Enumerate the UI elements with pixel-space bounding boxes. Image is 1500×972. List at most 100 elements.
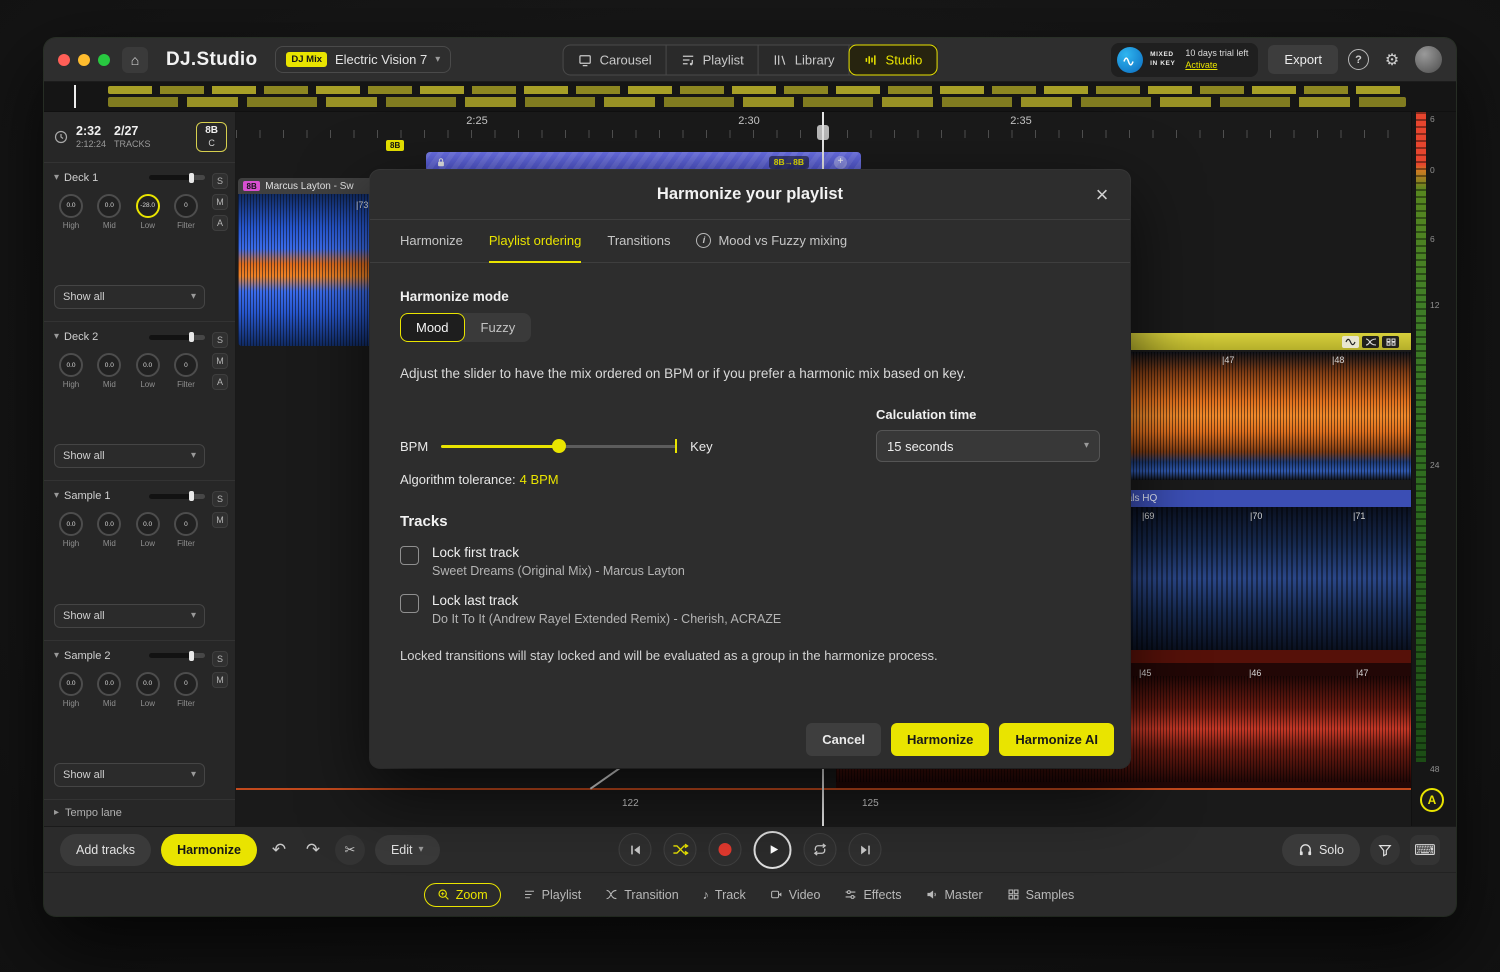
solo-button[interactable]: S	[212, 651, 228, 667]
knob-low[interactable]: 0.0Low	[131, 512, 165, 548]
autopilot-badge[interactable]: A	[1420, 788, 1444, 812]
tab-effects[interactable]: Effects	[842, 884, 903, 906]
mute-button[interactable]: M	[212, 512, 228, 528]
solo-button-master[interactable]: Solo	[1282, 834, 1360, 866]
tab-zoom[interactable]: Zoom	[424, 883, 501, 907]
knob-mid[interactable]: 0.0Mid	[92, 353, 126, 389]
knob-filter[interactable]: 0Filter	[169, 672, 203, 708]
tab-samples[interactable]: Samples	[1005, 884, 1077, 906]
mixed-in-key-badge[interactable]: MIXED IN KEY 10 days trial left Activate	[1111, 43, 1258, 77]
show-all-dropdown[interactable]: Show all ▾	[54, 763, 205, 787]
play-button[interactable]	[754, 831, 792, 869]
cue-marker[interactable]: 8B	[386, 140, 404, 151]
tab-video[interactable]: Video	[768, 884, 823, 906]
edit-dropdown[interactable]: Edit ▾	[375, 835, 440, 865]
chevron-down-icon[interactable]: ▾	[54, 491, 59, 501]
tab-track[interactable]: ♪ Track	[701, 884, 748, 906]
skip-forward-button[interactable]	[849, 833, 882, 866]
keyboard-icon[interactable]: ⌨	[1410, 835, 1440, 865]
chevron-down-icon[interactable]: ▾	[54, 173, 59, 183]
lock-first-track-checkbox[interactable]	[400, 546, 419, 565]
knob-low[interactable]: 0.0Low	[131, 353, 165, 389]
knob-high[interactable]: 0.0High	[54, 512, 88, 548]
transition-bar[interactable]: 8B→8B +	[426, 152, 861, 172]
knob-low[interactable]: -28.0Low	[131, 194, 165, 230]
harmonize-ai-button[interactable]: Harmonize AI	[999, 723, 1114, 756]
mute-button[interactable]: M	[212, 672, 228, 688]
window-zoom-button[interactable]	[98, 54, 110, 66]
knob-filter[interactable]: 0Filter	[169, 194, 203, 230]
waveform-mini-icon[interactable]	[1342, 336, 1359, 348]
project-dropdown[interactable]: DJ Mix Electric Vision 7 ▾	[275, 46, 451, 73]
add-tracks-button[interactable]: Add tracks	[60, 834, 151, 866]
nav-studio[interactable]: Studio	[850, 45, 937, 74]
knob-mid[interactable]: 0.0Mid	[92, 672, 126, 708]
home-button[interactable]: ⌂	[122, 47, 148, 73]
cancel-button[interactable]: Cancel	[806, 723, 881, 756]
tab-transition[interactable]: Transition	[603, 884, 680, 906]
gear-icon[interactable]: ⚙	[1379, 47, 1405, 73]
help-icon[interactable]: ?	[1348, 49, 1369, 70]
auto-transition-button[interactable]	[664, 833, 697, 866]
window-close-button[interactable]	[58, 54, 70, 66]
calculation-time-select[interactable]: 15 seconds ▾	[876, 430, 1100, 462]
export-button[interactable]: Export	[1268, 45, 1338, 74]
add-transition-icon[interactable]: +	[834, 156, 847, 169]
chevron-down-icon[interactable]: ▾	[54, 332, 59, 342]
nav-carousel[interactable]: Carousel	[564, 45, 667, 74]
tab-playlist-ordering[interactable]: Playlist ordering	[489, 220, 582, 263]
crossfade-mini-icon[interactable]	[1362, 336, 1379, 348]
grid-mini-icon[interactable]	[1382, 336, 1399, 348]
knob-filter[interactable]: 0Filter	[169, 512, 203, 548]
mode-fuzzy-button[interactable]: Fuzzy	[465, 313, 532, 342]
knob-high[interactable]: 0.0High	[54, 194, 88, 230]
activate-link[interactable]: Activate	[1185, 60, 1248, 72]
bpm-key-slider[interactable]	[441, 438, 677, 454]
knob-low[interactable]: 0.0Low	[131, 672, 165, 708]
scissors-icon[interactable]: ✂	[335, 835, 365, 865]
knob-mid[interactable]: 0.0Mid	[92, 194, 126, 230]
overview-playhead[interactable]	[74, 85, 76, 108]
redo-icon[interactable]: ↷	[301, 837, 325, 863]
window-minimize-button[interactable]	[78, 54, 90, 66]
deck-volume-slider[interactable]	[149, 494, 205, 499]
tab-harmonize[interactable]: Harmonize	[400, 220, 463, 263]
tab-master[interactable]: Master	[923, 884, 984, 906]
deck-volume-slider[interactable]	[149, 335, 205, 340]
nav-playlist[interactable]: Playlist	[667, 45, 759, 74]
harmonize-toolbar-button[interactable]: Harmonize	[161, 834, 257, 866]
deck-volume-slider[interactable]	[149, 175, 205, 180]
mute-button[interactable]: M	[212, 194, 228, 210]
solo-button[interactable]: S	[212, 491, 228, 507]
tab-playlist[interactable]: Playlist	[521, 884, 584, 906]
auto-button[interactable]: A	[212, 374, 228, 390]
user-avatar[interactable]	[1415, 46, 1442, 73]
funnel-icon[interactable]	[1370, 835, 1400, 865]
chevron-down-icon[interactable]: ▾	[54, 651, 59, 661]
lock-last-track-checkbox[interactable]	[400, 594, 419, 613]
show-all-dropdown[interactable]: Show all ▾	[54, 604, 205, 628]
record-button[interactable]	[709, 833, 742, 866]
tempo-lane-toggle[interactable]: ▸ Tempo lane	[44, 799, 235, 826]
close-icon[interactable]: ×	[1088, 181, 1116, 209]
mix-overview-strip[interactable]	[44, 82, 1456, 112]
mode-mood-button[interactable]: Mood	[400, 313, 465, 342]
knob-filter[interactable]: 0Filter	[169, 353, 203, 389]
knob-high[interactable]: 0.0High	[54, 672, 88, 708]
show-all-dropdown[interactable]: Show all ▾	[54, 285, 205, 309]
knob-high[interactable]: 0.0High	[54, 353, 88, 389]
undo-icon[interactable]: ↶	[267, 837, 291, 863]
tab-mood-vs-fuzzy[interactable]: i Mood vs Fuzzy mixing	[696, 220, 847, 263]
knob-mid[interactable]: 0.0Mid	[92, 512, 126, 548]
slider-handle[interactable]	[552, 439, 566, 453]
tab-transitions[interactable]: Transitions	[607, 220, 670, 263]
skip-back-button[interactable]	[619, 833, 652, 866]
show-all-dropdown[interactable]: Show all ▾	[54, 444, 205, 468]
solo-button[interactable]: S	[212, 173, 228, 189]
loop-button[interactable]	[804, 833, 837, 866]
mute-button[interactable]: M	[212, 353, 228, 369]
auto-button[interactable]: A	[212, 215, 228, 231]
deck-volume-slider[interactable]	[149, 653, 205, 658]
nav-library[interactable]: Library	[759, 45, 850, 74]
solo-button[interactable]: S	[212, 332, 228, 348]
